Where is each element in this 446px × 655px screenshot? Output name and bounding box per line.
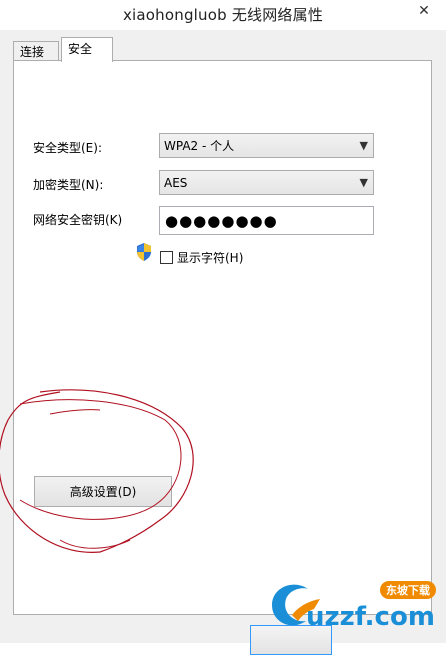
close-button[interactable]: ✕	[408, 0, 440, 22]
network-key-label: 网络安全密钥(K)	[33, 213, 123, 227]
dialog-client-area: 连接 安全 安全类型(E): WPA2 - 个人 ▼ 加密类型(N): AES …	[0, 30, 446, 655]
watermark-brand: uzzf.com	[306, 602, 435, 632]
encryption-type-select[interactable]: AES ▼	[159, 170, 374, 195]
encryption-type-label: 加密类型(N):	[33, 178, 104, 192]
security-type-select[interactable]: WPA2 - 个人 ▼	[159, 133, 374, 158]
encryption-type-value: AES	[164, 175, 188, 190]
tab-connection[interactable]: 连接	[13, 41, 59, 61]
tab-security[interactable]: 安全	[61, 37, 113, 62]
watermark-tagline: 东坡下载	[386, 583, 430, 597]
network-key-field[interactable]: ●●●●●●●●	[159, 206, 374, 235]
show-characters-label[interactable]: 显示字符(H)	[177, 249, 243, 266]
uzzf-watermark-logo: uzzf.com 东坡下载	[272, 581, 436, 632]
window-title: xiaohongluob 无线网络属性	[122, 6, 324, 24]
security-type-label: 安全类型(E):	[33, 141, 102, 155]
chevron-down-icon: ▼	[359, 176, 368, 189]
chevron-down-icon: ▼	[359, 139, 368, 152]
uac-shield-icon	[137, 243, 151, 261]
show-characters-checkbox[interactable]	[160, 251, 173, 264]
title-bar: xiaohongluob 无线网络属性 ✕	[0, 0, 446, 30]
advanced-settings-button[interactable]: 高级设置(D)	[34, 476, 172, 507]
security-panel: 安全类型(E): WPA2 - 个人 ▼ 加密类型(N): AES ▼ 网络安全…	[13, 60, 432, 615]
security-type-value: WPA2 - 个人	[164, 139, 235, 153]
